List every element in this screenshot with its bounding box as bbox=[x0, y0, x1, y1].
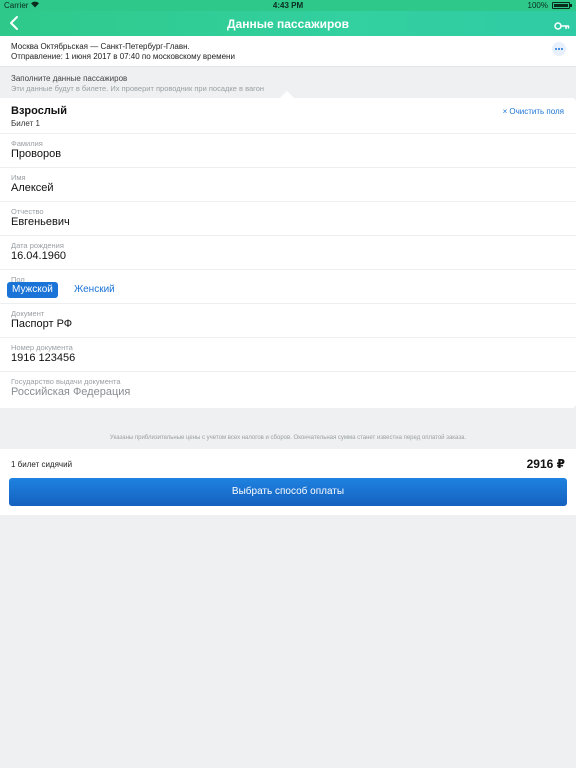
card-notch bbox=[279, 90, 295, 106]
more-dots-icon[interactable] bbox=[552, 42, 566, 56]
nav-bar: Данные пассажиров bbox=[0, 11, 576, 36]
battery-icon bbox=[552, 2, 570, 9]
ticket-number: Билет 1 bbox=[11, 119, 40, 128]
patronymic-field[interactable]: Отчество Евгеньевич bbox=[0, 201, 576, 235]
document-select[interactable]: Паспорт РФ bbox=[11, 318, 72, 330]
field-label: Номер документа bbox=[11, 343, 73, 352]
page-title: Данные пассажиров bbox=[227, 17, 349, 31]
key-icon[interactable] bbox=[554, 18, 570, 30]
order-summary: 1 билет сидячий 2916 ₽ Выбрать способ оп… bbox=[0, 449, 576, 515]
issuing-country-field[interactable]: Государство выдачи документа Российская … bbox=[0, 371, 576, 405]
field-label: Отчество bbox=[11, 207, 44, 216]
field-label: Государство выдачи документа bbox=[11, 377, 121, 386]
issuing-country-select[interactable]: Российская Федерация bbox=[11, 386, 130, 398]
clear-fields-button[interactable]: × Очистить поля bbox=[503, 107, 564, 116]
gender-female-button[interactable]: Женский bbox=[69, 282, 120, 298]
total-price: 2916 ₽ bbox=[526, 457, 565, 471]
field-label: Дата рождения bbox=[11, 241, 64, 250]
document-number-input[interactable]: 1916 123456 bbox=[11, 352, 75, 364]
ticket-count: 1 билет сидячий bbox=[11, 460, 73, 469]
passenger-type: Взрослый bbox=[11, 105, 67, 117]
price-disclaimer: Указаны приблизительные цены с учетом вс… bbox=[109, 435, 467, 441]
clear-fields-label: Очистить поля bbox=[509, 107, 564, 116]
surname-field[interactable]: Фамилия Проворов bbox=[0, 133, 576, 167]
field-label: Документ bbox=[11, 309, 45, 318]
gender-male-button[interactable]: Мужской bbox=[7, 282, 58, 298]
close-icon: × bbox=[502, 107, 508, 116]
birthdate-input[interactable]: 16.04.1960 bbox=[11, 250, 66, 262]
name-input[interactable]: Алексей bbox=[11, 182, 54, 194]
passenger-card: Взрослый Билет 1 × Очистить поля Фамилия … bbox=[0, 90, 576, 408]
trip-info: Москва Октябрьская — Санкт-Петербург-Гла… bbox=[0, 36, 576, 67]
choose-payment-button[interactable]: Выбрать способ оплаты bbox=[9, 478, 567, 506]
battery-percent: 100% bbox=[527, 1, 548, 10]
document-number-field[interactable]: Номер документа 1916 123456 bbox=[0, 337, 576, 371]
field-label: Фамилия bbox=[11, 139, 43, 148]
status-time: 4:43 PM bbox=[272, 1, 304, 10]
trip-route: Москва Октябрьская — Санкт-Петербург-Гла… bbox=[11, 42, 190, 51]
trip-departure: Отправление: 1 июня 2017 в 07:40 по моск… bbox=[11, 52, 235, 61]
field-label: Имя bbox=[11, 173, 26, 182]
surname-input[interactable]: Проворов bbox=[11, 148, 61, 160]
hint-subtitle: Эти данные будут в билете. Их проверит п… bbox=[11, 84, 265, 93]
birthdate-field[interactable]: Дата рождения 16.04.1960 bbox=[0, 235, 576, 269]
hint-title: Заполните данные пассажиров bbox=[11, 74, 128, 83]
status-bar: Carrier 4:43 PM 100% bbox=[0, 0, 576, 11]
name-field[interactable]: Имя Алексей bbox=[0, 167, 576, 201]
document-field[interactable]: Документ Паспорт РФ bbox=[0, 303, 576, 337]
battery-nub bbox=[570, 4, 572, 7]
gender-field: Пол Мужской Женский bbox=[0, 269, 576, 303]
patronymic-input[interactable]: Евгеньевич bbox=[11, 216, 70, 228]
